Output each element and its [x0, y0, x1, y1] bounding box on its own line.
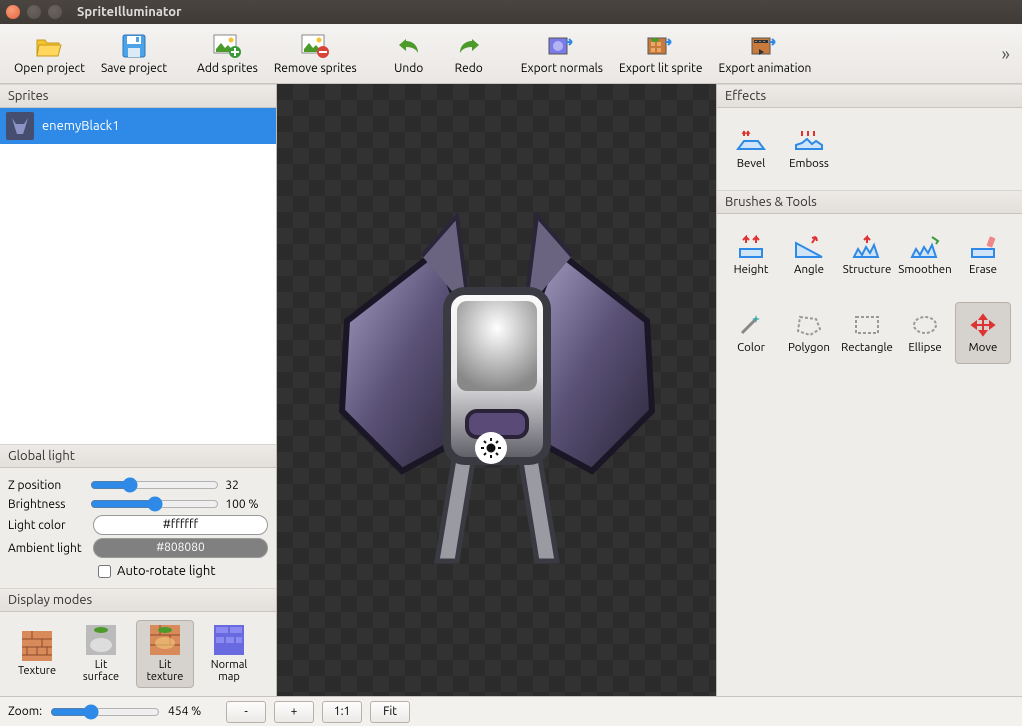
display-mode-texture[interactable]: Texture	[8, 620, 66, 688]
tool-height[interactable]: Height	[723, 224, 779, 286]
lit-texture-label: Lit texture	[147, 659, 184, 683]
angle-icon	[794, 235, 824, 259]
structure-icon	[852, 235, 882, 259]
window-maximize-button[interactable]	[48, 5, 62, 19]
brick-icon	[22, 631, 52, 661]
left-panel: Sprites enemyBlack1 Global light Z posit…	[0, 84, 277, 696]
brushes-panel: Height Angle Structure Smoothen Erase	[717, 214, 1022, 374]
main-toolbar: Open project Save project Add sprites Re…	[0, 24, 1022, 84]
brushes-header: Brushes & Tools	[717, 190, 1022, 214]
redo-icon	[455, 32, 483, 60]
sprite-thumb-icon	[6, 112, 34, 140]
zoom-value: 454 %	[168, 705, 218, 718]
lit-surface-icon	[86, 625, 116, 655]
tool-move[interactable]: Move	[955, 302, 1011, 364]
height-icon	[736, 235, 766, 259]
tool-ellipse[interactable]: Ellipse	[897, 302, 953, 364]
zoom-fit-button[interactable]: Fit	[370, 701, 410, 723]
brightness-slider[interactable]	[90, 496, 219, 512]
lit-surface-label: Lit surface	[83, 659, 119, 683]
bevel-icon	[736, 129, 766, 153]
zoom-in-button[interactable]: +	[274, 701, 314, 723]
undo-button[interactable]: Undo	[379, 26, 439, 82]
tool-erase[interactable]: Erase	[955, 224, 1011, 286]
export-animation-icon	[751, 32, 779, 60]
open-project-button[interactable]: Open project	[6, 26, 93, 82]
tool-color[interactable]: Color	[723, 302, 779, 364]
sprites-header: Sprites	[0, 84, 276, 108]
sprite-render	[307, 161, 687, 571]
effect-bevel[interactable]: Bevel	[723, 118, 779, 180]
display-mode-normal-map[interactable]: Normal map	[200, 620, 258, 688]
display-modes-header: Display modes	[0, 588, 276, 612]
brightness-value: 100 %	[219, 498, 268, 511]
tool-smoothen[interactable]: Smoothen	[897, 224, 953, 286]
export-lit-icon	[647, 32, 675, 60]
remove-sprites-button[interactable]: Remove sprites	[266, 26, 365, 82]
brightness-label: Brightness	[8, 498, 90, 511]
lit-texture-icon	[150, 625, 180, 655]
global-light-header: Global light	[0, 444, 276, 468]
export-animation-button[interactable]: Export animation	[710, 26, 819, 82]
auto-rotate-input[interactable]	[98, 565, 111, 578]
titlebar: SpriteIlluminator	[0, 0, 1022, 24]
window-title: SpriteIlluminator	[77, 5, 181, 19]
display-mode-lit-surface[interactable]: Lit surface	[72, 620, 130, 688]
undo-icon	[395, 32, 423, 60]
polygon-icon	[794, 313, 824, 337]
global-light-panel: Z position 32 Brightness 100 % Light col…	[0, 468, 276, 588]
z-position-value: 32	[219, 479, 268, 492]
window-close-button[interactable]	[6, 5, 20, 19]
toolbar-overflow-button[interactable]: »	[996, 44, 1016, 64]
sprite-list[interactable]: enemyBlack1	[0, 108, 276, 444]
redo-button[interactable]: Redo	[439, 26, 499, 82]
erase-icon	[968, 235, 998, 259]
statusbar: Zoom: 454 % - + 1:1 Fit	[0, 696, 1022, 726]
tool-polygon[interactable]: Polygon	[781, 302, 837, 364]
light-color-label: Light color	[8, 519, 93, 532]
floppy-icon	[120, 32, 148, 60]
light-gizmo[interactable]	[475, 432, 507, 464]
image-minus-icon	[301, 32, 329, 60]
image-plus-icon	[213, 32, 241, 60]
move-icon	[968, 313, 998, 337]
effect-emboss[interactable]: Emboss	[781, 118, 837, 180]
wand-icon	[736, 313, 766, 337]
zoom-out-button[interactable]: -	[226, 701, 266, 723]
right-panel: Effects Bevel Emboss Brushes & Tools Hei…	[716, 84, 1022, 696]
export-normals-button[interactable]: Export normals	[513, 26, 611, 82]
zoom-slider[interactable]	[50, 704, 160, 720]
smoothen-icon	[910, 235, 940, 259]
effects-header: Effects	[717, 84, 1022, 108]
z-position-label: Z position	[8, 479, 90, 492]
ambient-light-field[interactable]: #808080	[93, 538, 268, 558]
zoom-one-one-button[interactable]: 1:1	[322, 701, 362, 723]
canvas-area[interactable]	[277, 84, 716, 696]
normal-map-icon	[214, 625, 244, 655]
normal-map-label: Normal map	[211, 659, 248, 683]
display-mode-lit-texture[interactable]: Lit texture	[136, 620, 194, 688]
folder-open-icon	[35, 32, 63, 60]
light-color-field[interactable]: #ffffff	[93, 515, 268, 535]
zoom-label: Zoom:	[8, 705, 42, 718]
auto-rotate-checkbox[interactable]: Auto-rotate light	[98, 564, 268, 578]
export-lit-sprite-button[interactable]: Export lit sprite	[611, 26, 711, 82]
window-minimize-button[interactable]	[27, 5, 41, 19]
emboss-icon	[794, 129, 824, 153]
sprite-row[interactable]: enemyBlack1	[0, 108, 276, 144]
add-sprites-button[interactable]: Add sprites	[189, 26, 266, 82]
ambient-light-label: Ambient light	[8, 542, 93, 555]
ellipse-icon	[910, 313, 940, 337]
export-normals-icon	[548, 32, 576, 60]
z-position-slider[interactable]	[90, 477, 219, 493]
rectangle-icon	[852, 313, 882, 337]
tool-angle[interactable]: Angle	[781, 224, 837, 286]
display-modes-panel: Texture Lit surface Lit texture Normal m…	[0, 612, 276, 696]
tool-structure[interactable]: Structure	[839, 224, 895, 286]
tool-rectangle[interactable]: Rectangle	[839, 302, 895, 364]
save-project-button[interactable]: Save project	[93, 26, 175, 82]
effects-panel: Bevel Emboss	[717, 108, 1022, 190]
sprite-name-label: enemyBlack1	[42, 119, 120, 133]
